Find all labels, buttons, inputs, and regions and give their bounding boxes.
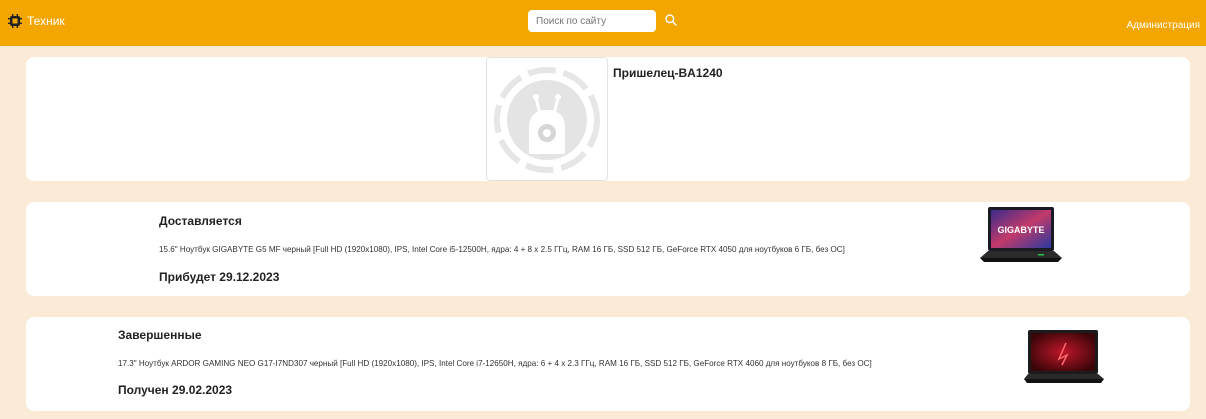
brand-link[interactable]: Техник: [8, 14, 65, 28]
alien-avatar-icon: [494, 67, 600, 173]
product-description: 15.6" Ноутбук GIGABYTE G5 MF черный [Ful…: [159, 245, 845, 254]
laptop-image[interactable]: GIGABYTE: [978, 206, 1064, 274]
order-status: Доставляется: [159, 214, 242, 228]
top-navbar: Техник Администрация: [0, 0, 1206, 46]
profile-card: Пришелец-BA1240: [26, 57, 1190, 181]
product-description: 17.3" Ноутбук ARDOR GAMING NEO G17-I7ND3…: [118, 359, 872, 368]
cpu-icon: [8, 14, 22, 28]
search-icon[interactable]: [664, 13, 678, 27]
order-card[interactable]: Завершенные 17.3" Ноутбук ARDOR GAMING N…: [26, 317, 1190, 411]
laptop-image[interactable]: [1022, 329, 1106, 389]
avatar: [486, 57, 608, 181]
order-status: Завершенные: [118, 328, 202, 342]
received-date: Получен 29.02.2023: [118, 383, 233, 397]
order-card[interactable]: Доставляется 15.6" Ноутбук GIGABYTE G5 M…: [26, 202, 1190, 296]
user-name: Пришелец-BA1240: [613, 66, 723, 80]
delivery-date: Прибудет 29.12.2023: [159, 270, 280, 284]
search-input[interactable]: [528, 10, 656, 32]
brand-label: Техник: [27, 14, 65, 28]
laptop-brand-text: GIGABYTE: [997, 225, 1044, 235]
admin-link[interactable]: Администрация: [1126, 20, 1200, 31]
